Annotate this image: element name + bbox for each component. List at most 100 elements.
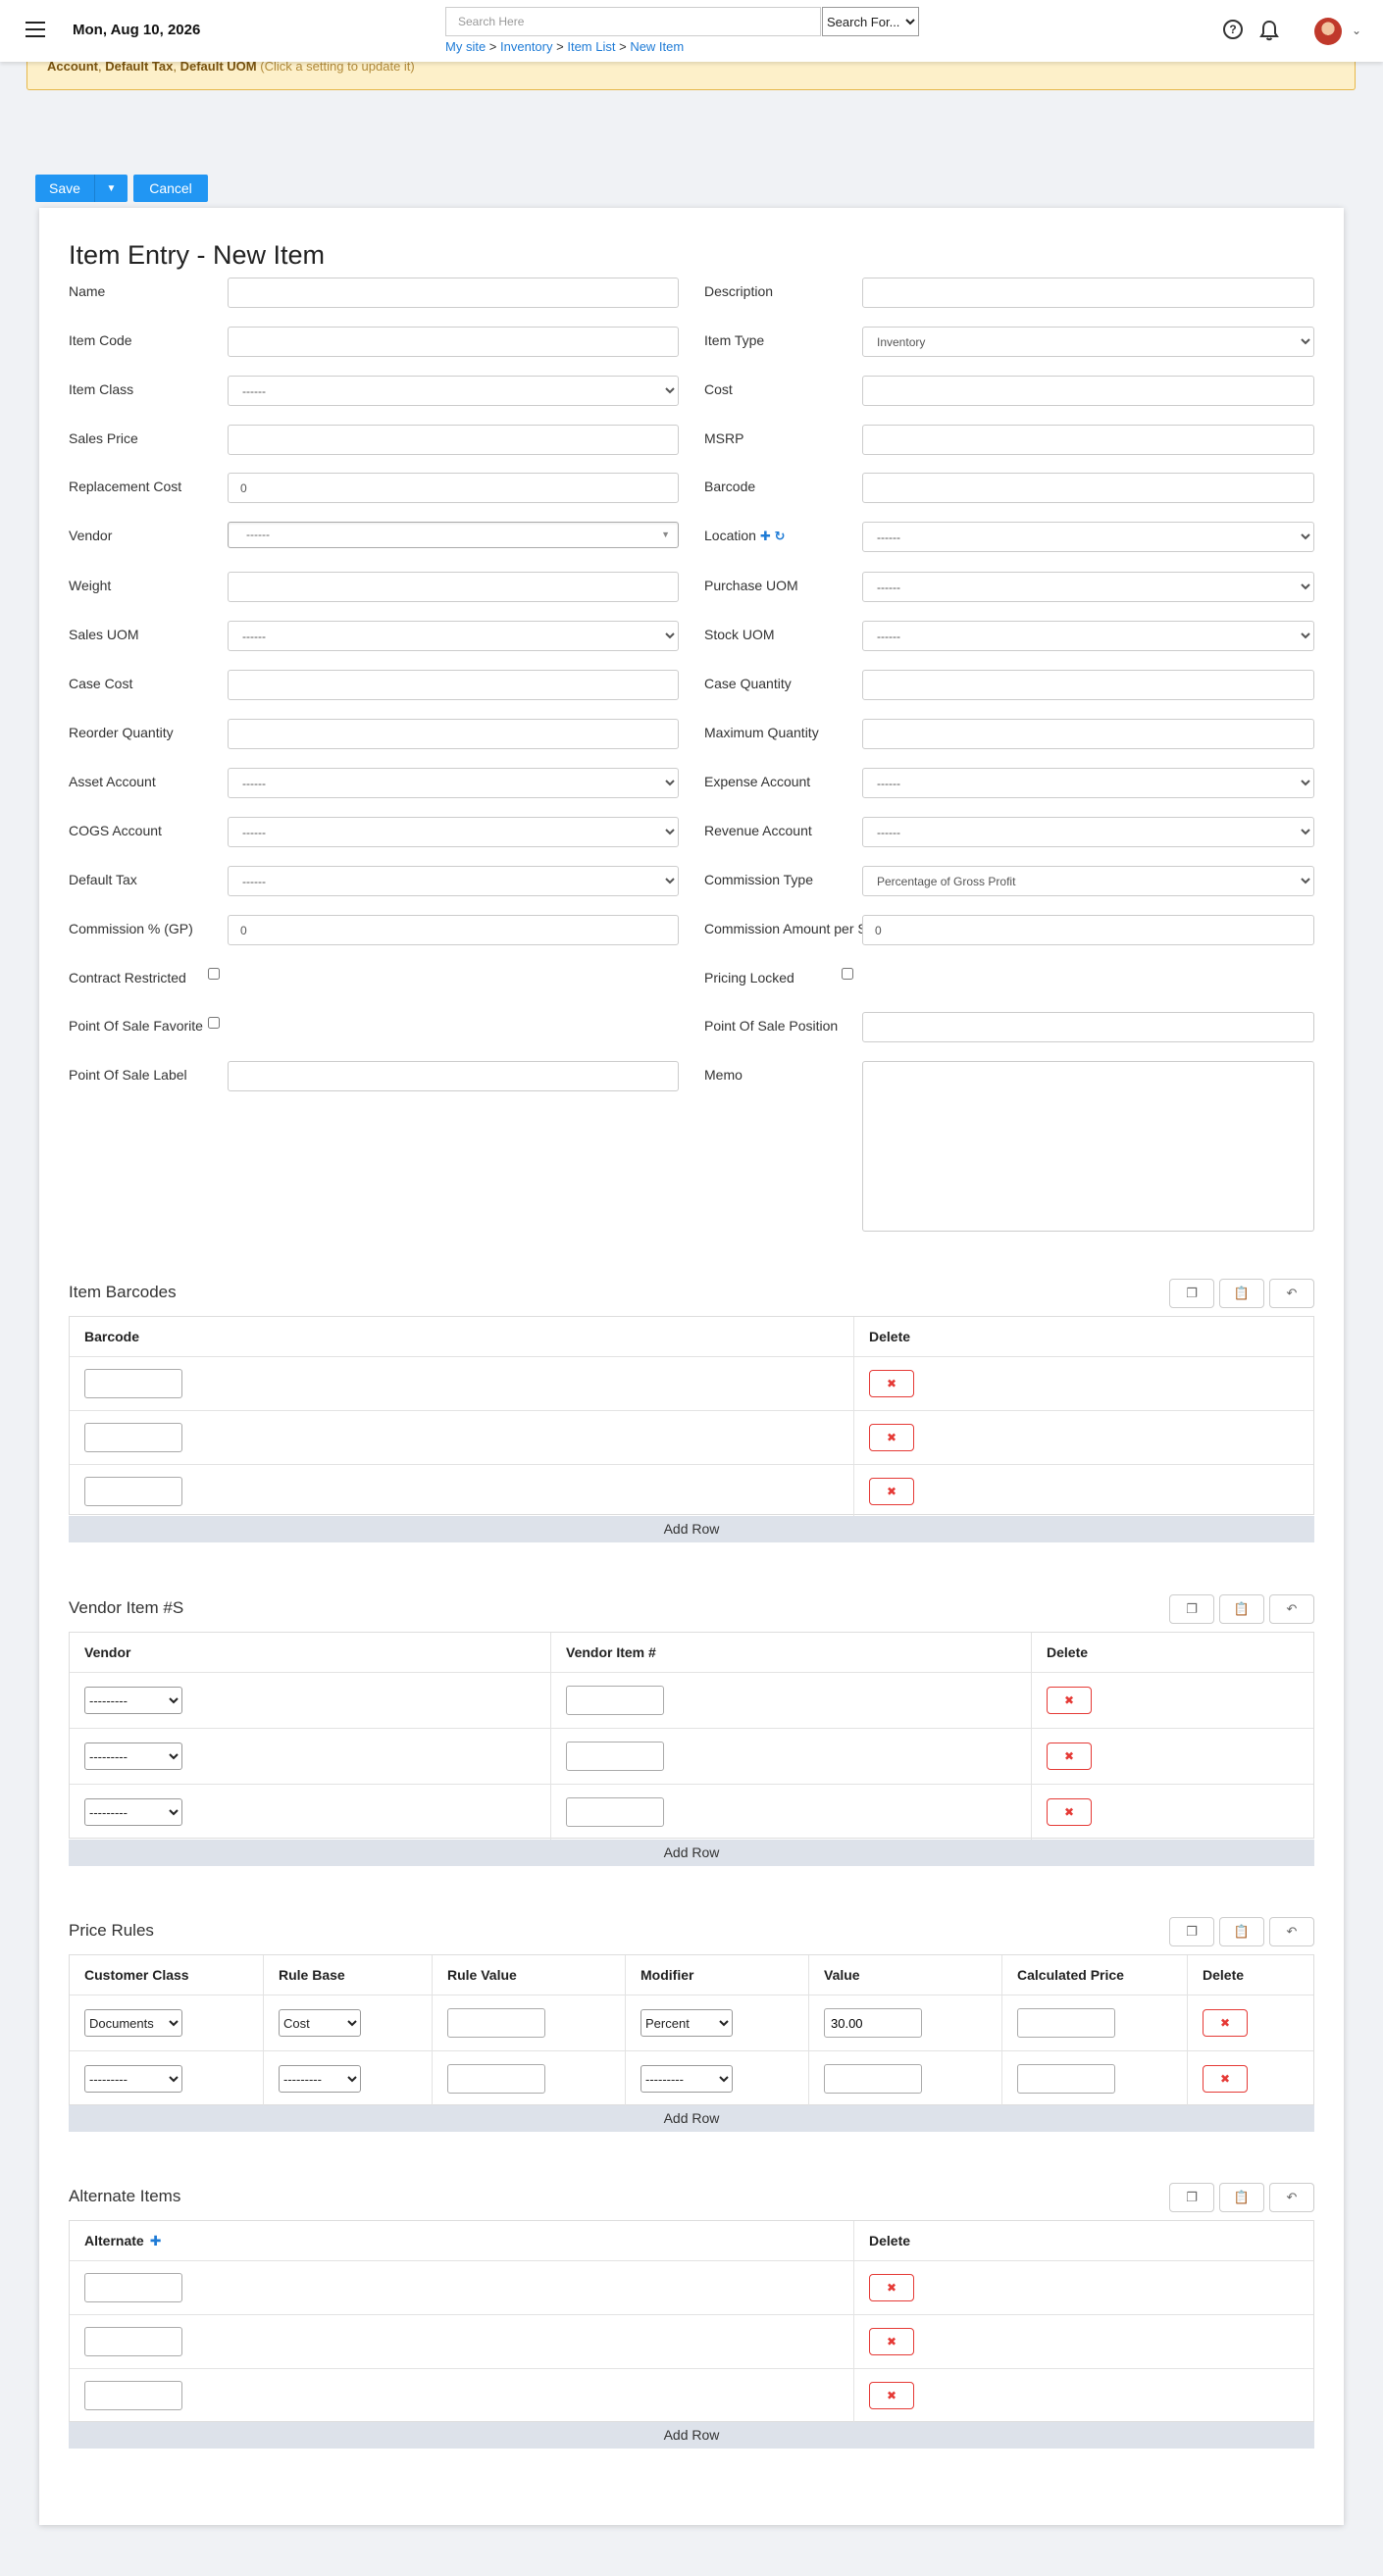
delete-row-button[interactable]: ✖ <box>1047 1743 1092 1770</box>
vendor-item-input[interactable] <box>566 1742 664 1771</box>
memo-textarea[interactable] <box>862 1061 1314 1232</box>
pricing-locked-checkbox[interactable] <box>842 968 853 980</box>
customer-class-select[interactable]: Documents <box>84 2009 182 2037</box>
refresh-icon[interactable]: ↻ <box>774 529 785 543</box>
expense-account-select[interactable]: ------ <box>862 768 1314 798</box>
value-input[interactable] <box>824 2064 922 2094</box>
commission-amount-field[interactable] <box>862 915 1314 945</box>
barcode-input[interactable] <box>84 1423 182 1452</box>
cost-field[interactable] <box>862 376 1314 406</box>
delete-row-button[interactable]: ✖ <box>1203 2065 1248 2093</box>
barcodes-add-row-button[interactable]: Add Row <box>69 1516 1314 1542</box>
purchase-uom-select[interactable]: ------ <box>862 572 1314 602</box>
case-cost-field[interactable] <box>228 670 679 700</box>
modifier-select[interactable]: Percent <box>640 2009 733 2037</box>
rule-value-input[interactable] <box>447 2008 545 2038</box>
cancel-button[interactable]: Cancel <box>133 175 208 202</box>
name-field[interactable] <box>228 278 679 308</box>
search-for-select[interactable]: Search For... <box>822 7 919 36</box>
barcode-input[interactable] <box>84 1477 182 1506</box>
vendor-select[interactable]: --------- <box>84 1743 182 1770</box>
barcode-input[interactable] <box>84 1369 182 1398</box>
maximum-quantity-field[interactable] <box>862 719 1314 749</box>
alternate-input[interactable] <box>84 2273 182 2302</box>
calculated-price-input[interactable] <box>1017 2008 1115 2038</box>
vendor-item-input[interactable] <box>566 1797 664 1827</box>
value-input[interactable] <box>824 2008 922 2038</box>
breadcrumb-new-item[interactable]: New Item <box>630 39 684 54</box>
undo-icon[interactable]: ↶ <box>1269 1594 1314 1624</box>
calculated-price-input[interactable] <box>1017 2064 1115 2094</box>
item-code-field[interactable] <box>228 327 679 357</box>
replacement-cost-field[interactable] <box>228 473 679 503</box>
cogs-account-select[interactable]: ------ <box>228 817 679 847</box>
clipboard-icon[interactable]: 📋 <box>1219 1279 1264 1308</box>
clipboard-icon[interactable]: 📋 <box>1219 1917 1264 1946</box>
breadcrumb-inventory[interactable]: Inventory <box>500 39 552 54</box>
alternate-input[interactable] <box>84 2381 182 2410</box>
alternates-add-row-button[interactable]: Add Row <box>69 2422 1314 2449</box>
weight-field[interactable] <box>228 572 679 602</box>
asset-account-select[interactable]: ------ <box>228 768 679 798</box>
barcode-field[interactable] <box>862 473 1314 503</box>
vendor-select[interactable]: --------- <box>84 1798 182 1826</box>
pos-favorite-checkbox[interactable] <box>208 1017 220 1029</box>
breadcrumb-item-list[interactable]: Item List <box>567 39 615 54</box>
delete-row-button[interactable]: ✖ <box>869 2274 914 2301</box>
save-button[interactable]: Save <box>35 175 94 202</box>
menu-icon[interactable] <box>26 22 45 37</box>
vendor-item-input[interactable] <box>566 1686 664 1715</box>
alternate-input[interactable] <box>84 2327 182 2356</box>
sales-price-field[interactable] <box>228 425 679 455</box>
vendor-select[interactable]: --------- <box>84 1687 182 1714</box>
avatar[interactable] <box>1314 18 1342 45</box>
bell-icon[interactable] <box>1259 20 1279 41</box>
price-rules-add-row-button[interactable]: Add Row <box>69 2105 1314 2132</box>
breadcrumb-my-site[interactable]: My site <box>445 39 486 54</box>
item-class-select[interactable]: ------ <box>228 376 679 406</box>
reorder-quantity-field[interactable] <box>228 719 679 749</box>
location-select[interactable]: ------ <box>862 522 1314 552</box>
undo-icon[interactable]: ↶ <box>1269 1279 1314 1308</box>
customer-class-select[interactable]: --------- <box>84 2065 182 2093</box>
delete-row-button[interactable]: ✖ <box>869 1424 914 1451</box>
modifier-select[interactable]: --------- <box>640 2065 733 2093</box>
delete-row-button[interactable]: ✖ <box>1203 2009 1248 2037</box>
vendor-combobox[interactable]: ------ ▼ <box>228 522 679 548</box>
commission-gp-field[interactable] <box>228 915 679 945</box>
copy-icon[interactable]: ❐ <box>1169 1594 1214 1624</box>
case-quantity-field[interactable] <box>862 670 1314 700</box>
add-location-icon[interactable]: ✚ <box>760 529 771 543</box>
commission-type-select[interactable]: Percentage of Gross Profit <box>862 866 1314 896</box>
save-options-button[interactable]: ▼ <box>94 175 128 202</box>
item-type-select[interactable]: Inventory <box>862 327 1314 357</box>
msrp-field[interactable] <box>862 425 1314 455</box>
copy-icon[interactable]: ❐ <box>1169 1279 1214 1308</box>
delete-row-button[interactable]: ✖ <box>869 1478 914 1505</box>
sales-uom-select[interactable]: ------ <box>228 621 679 651</box>
clipboard-icon[interactable]: 📋 <box>1219 1594 1264 1624</box>
description-field[interactable] <box>862 278 1314 308</box>
copy-icon[interactable]: ❐ <box>1169 2183 1214 2212</box>
pos-label-field[interactable] <box>228 1061 679 1091</box>
undo-icon[interactable]: ↶ <box>1269 2183 1314 2212</box>
rule-value-input[interactable] <box>447 2064 545 2094</box>
default-tax-select[interactable]: ------ <box>228 866 679 896</box>
add-alternate-icon[interactable]: ✚ <box>150 2233 162 2248</box>
delete-row-button[interactable]: ✖ <box>1047 1798 1092 1826</box>
clipboard-icon[interactable]: 📋 <box>1219 2183 1264 2212</box>
rule-base-select[interactable]: Cost <box>279 2009 361 2037</box>
delete-row-button[interactable]: ✖ <box>869 1370 914 1397</box>
delete-row-button[interactable]: ✖ <box>869 2382 914 2409</box>
vendor-items-add-row-button[interactable]: Add Row <box>69 1840 1314 1866</box>
pos-position-field[interactable] <box>862 1012 1314 1042</box>
delete-row-button[interactable]: ✖ <box>1047 1687 1092 1714</box>
revenue-account-select[interactable]: ------ <box>862 817 1314 847</box>
contract-restricted-checkbox[interactable] <box>208 968 220 980</box>
undo-icon[interactable]: ↶ <box>1269 1917 1314 1946</box>
search-input[interactable] <box>445 7 821 36</box>
delete-row-button[interactable]: ✖ <box>869 2328 914 2355</box>
rule-base-select[interactable]: --------- <box>279 2065 361 2093</box>
copy-icon[interactable]: ❐ <box>1169 1917 1214 1946</box>
help-icon[interactable]: ? <box>1223 20 1243 39</box>
